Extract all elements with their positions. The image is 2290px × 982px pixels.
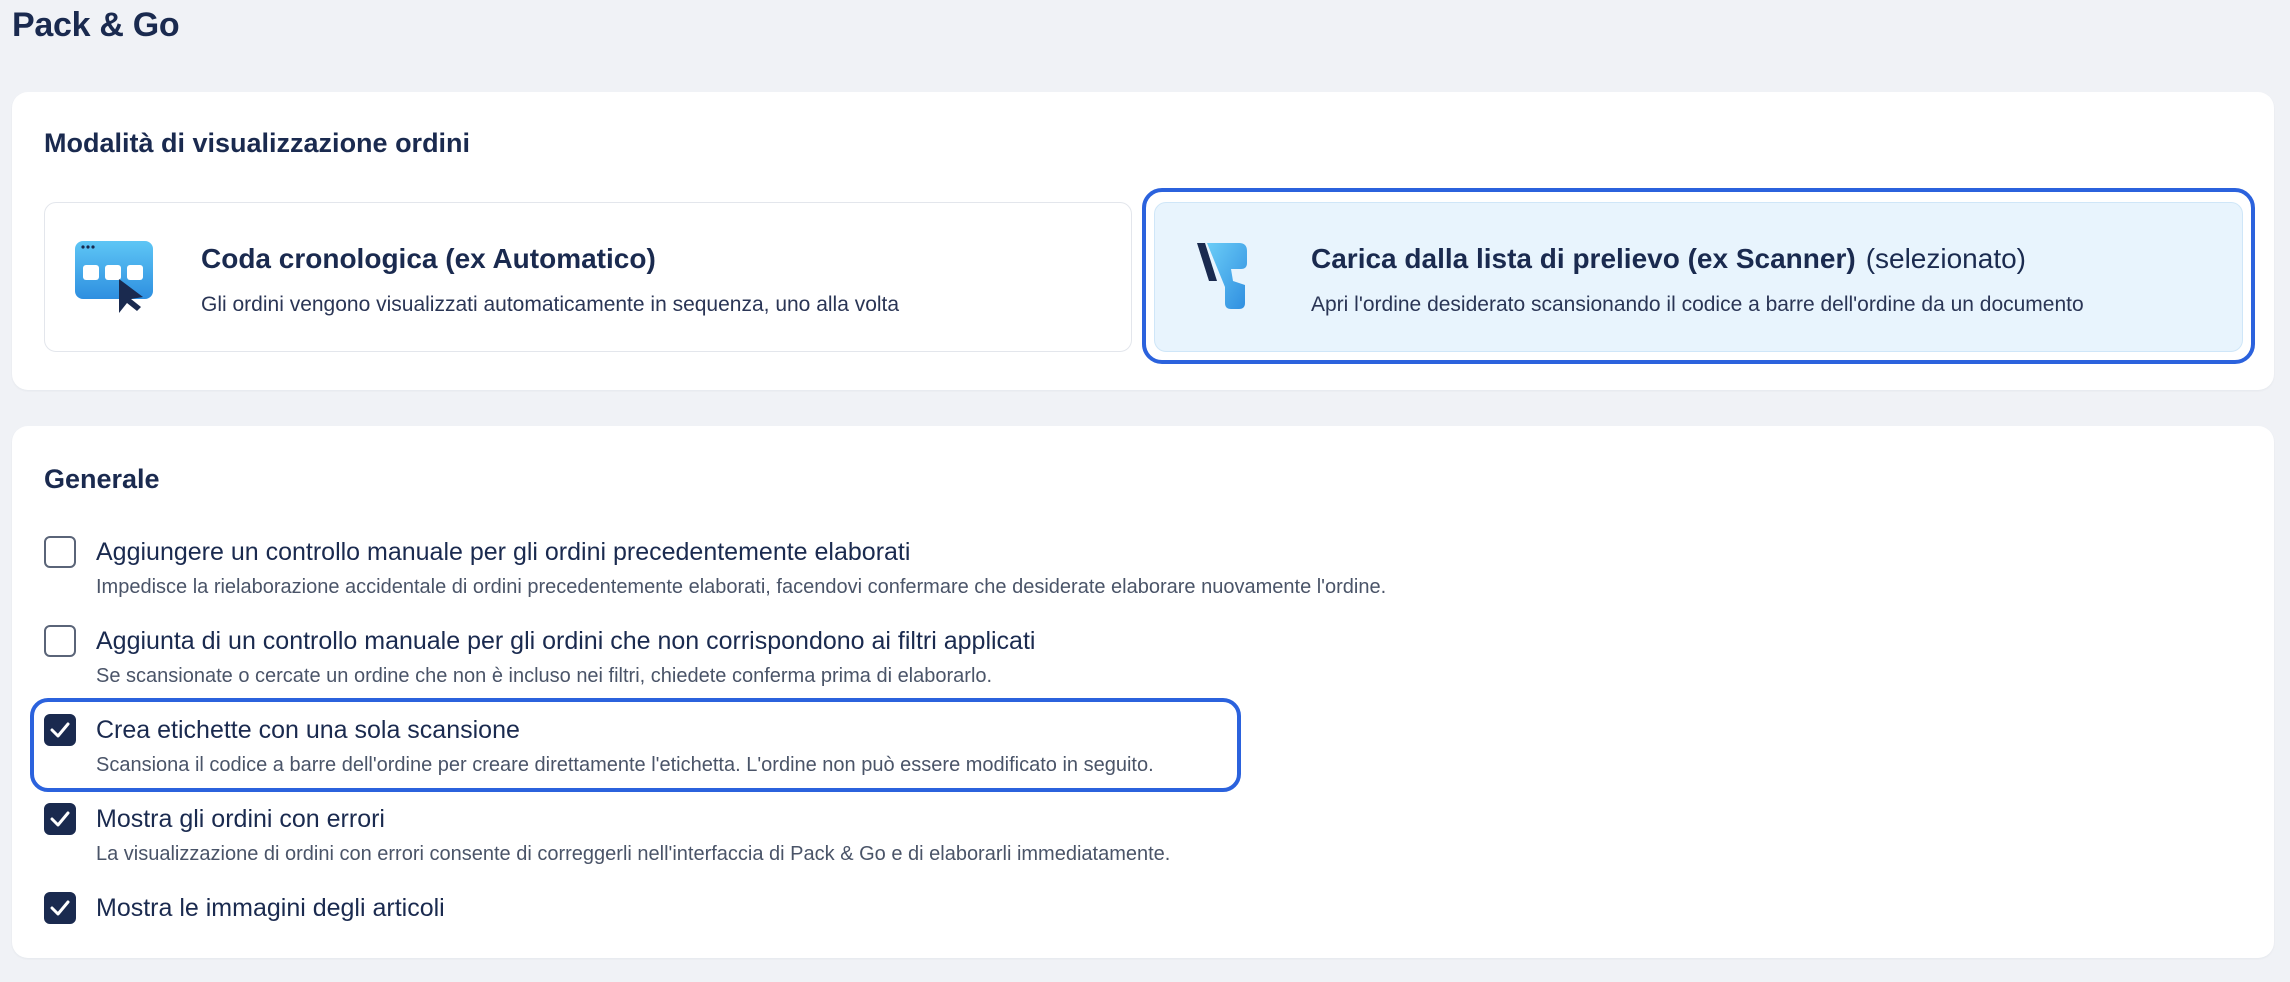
option-label: Mostra le immagini degli articoli [96,894,445,922]
option-description: La visualizzazione di ordini con errori … [96,843,1171,865]
mode-option-chronological-queue[interactable]: Coda cronologica (ex Automatico) Gli ord… [44,202,1132,352]
option-highlight-ring [30,698,1241,792]
option-description: Impedisce la rielaborazione accidentale … [96,576,1387,598]
general-heading: Generale [44,464,160,494]
checkmark-icon [50,811,70,827]
option-label: Aggiungere un controllo manuale per gli … [96,538,911,566]
checkbox-show-item-images[interactable] [44,892,76,924]
mode-option-title-text: Coda cronologica (ex Automatico) [201,243,656,274]
selected-tag: (selezionato) [1865,243,2026,274]
mode-option-description: Gli ordini vengono visualizzati automati… [201,293,900,316]
checkmark-icon [50,900,70,916]
display-mode-heading: Modalità di visualizzazione ordini [44,128,471,158]
display-mode-card: Modalità di visualizzazione ordini Coda … [12,92,2274,390]
checkbox-one-scan-labels[interactable] [44,714,76,746]
barcode-scanner-icon [1197,243,1247,309]
mode-option-description: Apri l'ordine desiderato scansionando il… [1311,293,2084,316]
page-title: Pack & Go [12,6,180,44]
checkbox-manual-check-processed[interactable] [44,536,76,568]
queue-cursor-icon [75,241,153,313]
mode-option-title: Carica dalla lista di prelievo (ex Scann… [1311,243,2026,275]
option-description: Se scansionate o cercate un ordine che n… [96,665,993,687]
mode-option-pick-list-scanner[interactable]: Carica dalla lista di prelievo (ex Scann… [1154,202,2243,352]
mode-option-title-text: Carica dalla lista di prelievo (ex Scann… [1311,243,1856,274]
checkmark-icon [50,722,70,738]
option-label: Crea etichette con una sola scansione [96,716,520,744]
mode-option-title: Coda cronologica (ex Automatico) [201,243,656,275]
option-label: Aggiunta di un controllo manuale per gli… [96,627,1036,655]
option-label: Mostra gli ordini con errori [96,805,385,833]
option-description: Scansiona il codice a barre dell'ordine … [96,754,1154,776]
general-settings-card: Generale Aggiungere un controllo manuale… [12,426,2274,958]
checkbox-manual-check-filters[interactable] [44,625,76,657]
checkbox-show-error-orders[interactable] [44,803,76,835]
